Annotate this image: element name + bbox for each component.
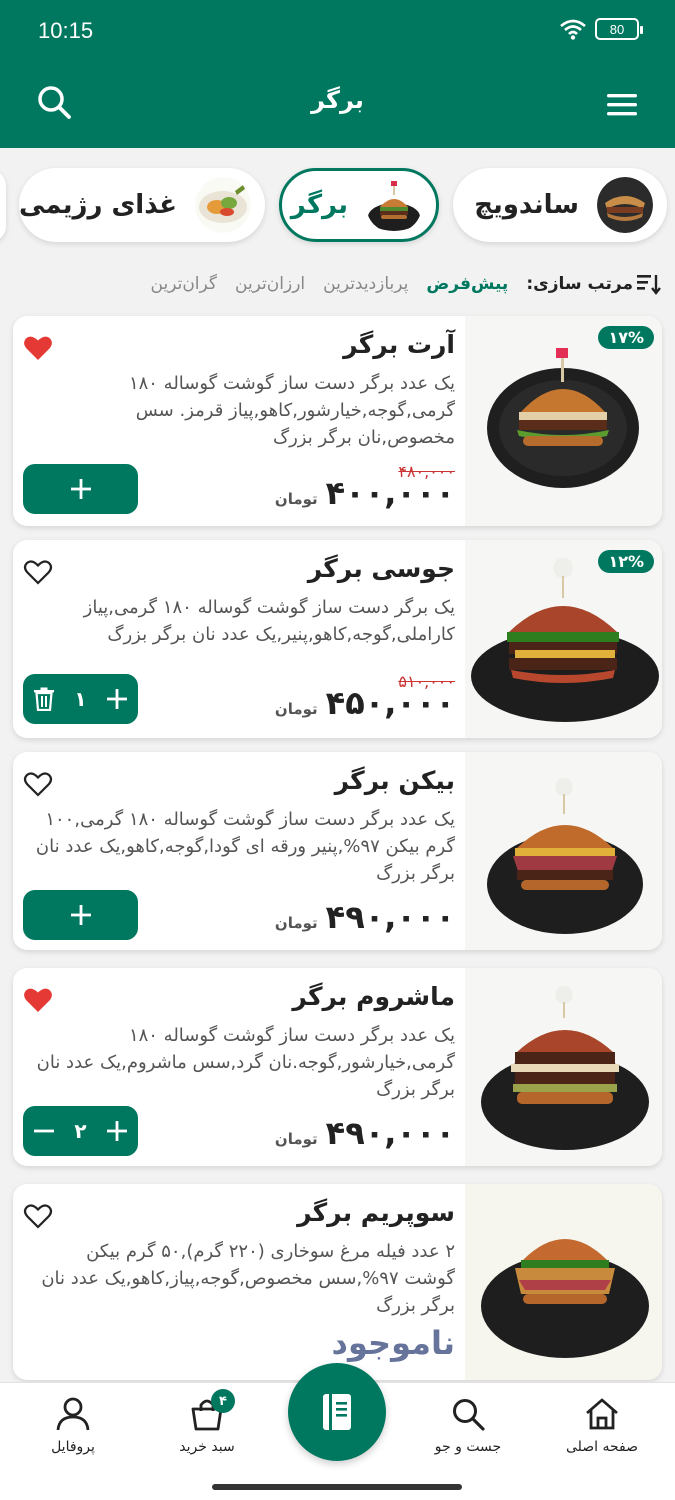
price: ۴۹۰,۰۰۰ — [325, 1114, 455, 1152]
wifi-icon — [560, 19, 586, 40]
cart-badge: ۴ — [211, 1389, 235, 1413]
sort-bar: مرتب سازی: پیش‌فرض پربازدیدترین ارزان‌تر… — [120, 268, 661, 300]
price-row: ۴۹۰,۰۰۰ تومان — [275, 1114, 455, 1152]
product-description: یک عدد برگر دست ساز گوشت گوساله ۱۸۰ گرمی… — [35, 809, 455, 884]
nav-label: پروفایل — [51, 1439, 95, 1455]
sort-option-cheapest[interactable]: ارزان‌ترین — [235, 274, 305, 294]
status-time: 10:15 — [38, 18, 94, 43]
product-card[interactable]: ماشروم برگر یک عدد برگر دست ساز گوشت گوس… — [13, 968, 662, 1166]
sort-option-most-expensive[interactable]: گران‌ترین — [151, 274, 217, 294]
quantity-value: ۲ — [74, 1119, 87, 1143]
price-row: ۴۵۰,۰۰۰ تومان — [275, 684, 455, 722]
price: ۴۹۰,۰۰۰ — [325, 898, 455, 936]
price-row: ۴۹۰,۰۰۰ تومان — [275, 898, 455, 936]
nav-item-profile[interactable]: پروفایل — [18, 1397, 128, 1455]
heart-outline-icon[interactable] — [23, 558, 53, 586]
category-label: برگر — [290, 190, 348, 220]
price: ۴۵۰,۰۰۰ — [325, 684, 455, 722]
heart-outline-icon[interactable] — [23, 1202, 53, 1230]
battery-icon: 80 — [595, 18, 643, 40]
category-chip-partial[interactable] — [0, 170, 6, 242]
currency: تومان — [274, 914, 318, 932]
cart-icon-wrap: ۴ — [189, 1389, 235, 1431]
nav-item-cart[interactable]: ۴ سبد خرید — [152, 1389, 262, 1455]
home-indicator — [212, 1484, 462, 1490]
category-list: ساندویچ برگر غذای رژیمی — [0, 168, 675, 246]
product-image — [465, 752, 662, 950]
page-title: برگر — [311, 86, 364, 114]
home-icon — [586, 1398, 618, 1430]
status-bar: 10:15 80 — [0, 0, 675, 62]
price-row: ۴۰۰,۰۰۰ تومان — [275, 474, 455, 512]
sort-label-text: مرتب سازی: — [526, 274, 633, 294]
plus-icon — [70, 905, 91, 925]
unavailable-label: ناموجود — [331, 1324, 455, 1362]
quantity-stepper: ۲ — [23, 1106, 138, 1156]
plus-icon — [70, 479, 91, 499]
currency: تومان — [274, 1130, 318, 1148]
product-title: آرت برگر — [343, 330, 455, 359]
discount-badge: ۱۲% — [598, 550, 654, 573]
product-image — [465, 1184, 662, 1380]
hamburger-menu-icon[interactable] — [605, 88, 639, 122]
product-description: ۲ عدد فیله مرغ سوخاری (۲۲۰ گرم),۵۰ گرم ب… — [41, 1241, 455, 1316]
product-card[interactable]: ۱۷% آرت برگر یک عدد برگر دست ساز گوشت گو… — [13, 316, 662, 526]
sort-option-most-viewed[interactable]: پربازدیدترین — [323, 274, 408, 294]
product-card[interactable]: سوپریم برگر ۲ عدد فیله مرغ سوخاری (۲۲۰ گ… — [13, 1184, 662, 1380]
status-icons: 80 — [559, 18, 643, 40]
search-icon — [453, 1399, 485, 1431]
product-description: یک عدد برگر دست ساز گوشت گوساله ۱۸۰ گرمی… — [36, 1025, 455, 1100]
diet-food-image — [195, 177, 251, 233]
discount-badge: ۱۷% — [598, 326, 654, 349]
heart-filled-icon[interactable] — [23, 334, 53, 362]
add-to-cart-button[interactable] — [23, 890, 138, 940]
category-chip-sandwich[interactable]: ساندویچ — [453, 168, 667, 242]
product-description: یک برگر دست ساز گوشت گوساله ۱۸۰ گرمی,پیا… — [83, 597, 455, 645]
nav-item-search[interactable]: جست و جو — [413, 1397, 523, 1455]
minus-icon[interactable] — [33, 1120, 55, 1142]
app-bar: برگر — [0, 62, 675, 148]
currency: تومان — [274, 700, 318, 718]
product-title: جوسی برگر — [307, 554, 455, 583]
product-title: بیکن برگر — [334, 766, 455, 795]
plus-icon[interactable] — [106, 688, 128, 710]
product-info: سوپریم برگر ۲ عدد فیله مرغ سوخاری (۲۲۰ گ… — [13, 1184, 455, 1380]
price: ۴۰۰,۰۰۰ — [325, 474, 455, 512]
product-description: یک عدد برگر دست ساز گوشت گوساله ۱۸۰ گرمی… — [128, 373, 455, 448]
nav-item-home[interactable]: صفحه اصلی — [547, 1397, 657, 1455]
bottom-navigation: صفحه اصلی جست و جو ۴ سبد خرید پروفایل — [0, 1363, 675, 1500]
heart-outline-icon[interactable] — [23, 770, 53, 798]
sort-label: مرتب سازی: — [526, 273, 661, 295]
profile-icon — [56, 1397, 90, 1431]
category-chip-burger[interactable]: برگر — [279, 168, 439, 242]
product-title: سوپریم برگر — [297, 1198, 455, 1227]
nav-item-menu[interactable] — [288, 1363, 386, 1461]
quantity-value: ۱ — [74, 687, 87, 711]
sort-icon — [637, 275, 661, 295]
product-title: ماشروم برگر — [292, 982, 455, 1011]
add-to-cart-button[interactable] — [23, 464, 138, 514]
currency: تومان — [274, 490, 318, 508]
battery-level: 80 — [609, 21, 625, 37]
quantity-stepper: ۱ — [23, 674, 138, 724]
sort-option-default[interactable]: پیش‌فرض — [426, 274, 508, 294]
product-image — [465, 968, 662, 1166]
product-card[interactable]: ۱۲% جوسی برگر یک برگر دست ساز گوشت گوسال… — [13, 540, 662, 738]
category-chip-diet-food[interactable]: غذای رژیمی — [19, 168, 265, 242]
sandwich-image — [597, 177, 653, 233]
heart-filled-icon[interactable] — [23, 986, 53, 1014]
nav-label: جست و جو — [434, 1439, 502, 1455]
category-label: غذای رژیمی — [18, 190, 177, 220]
category-label: ساندویچ — [474, 190, 579, 220]
product-card[interactable]: بیکن برگر یک عدد برگر دست ساز گوشت گوسال… — [13, 752, 662, 950]
menu-book-icon — [323, 1394, 351, 1430]
nav-label: صفحه اصلی — [565, 1439, 639, 1455]
nav-label: سبد خرید — [179, 1439, 235, 1455]
plus-icon[interactable] — [106, 1120, 128, 1142]
burger-image — [366, 177, 422, 233]
trash-icon[interactable] — [33, 687, 55, 711]
